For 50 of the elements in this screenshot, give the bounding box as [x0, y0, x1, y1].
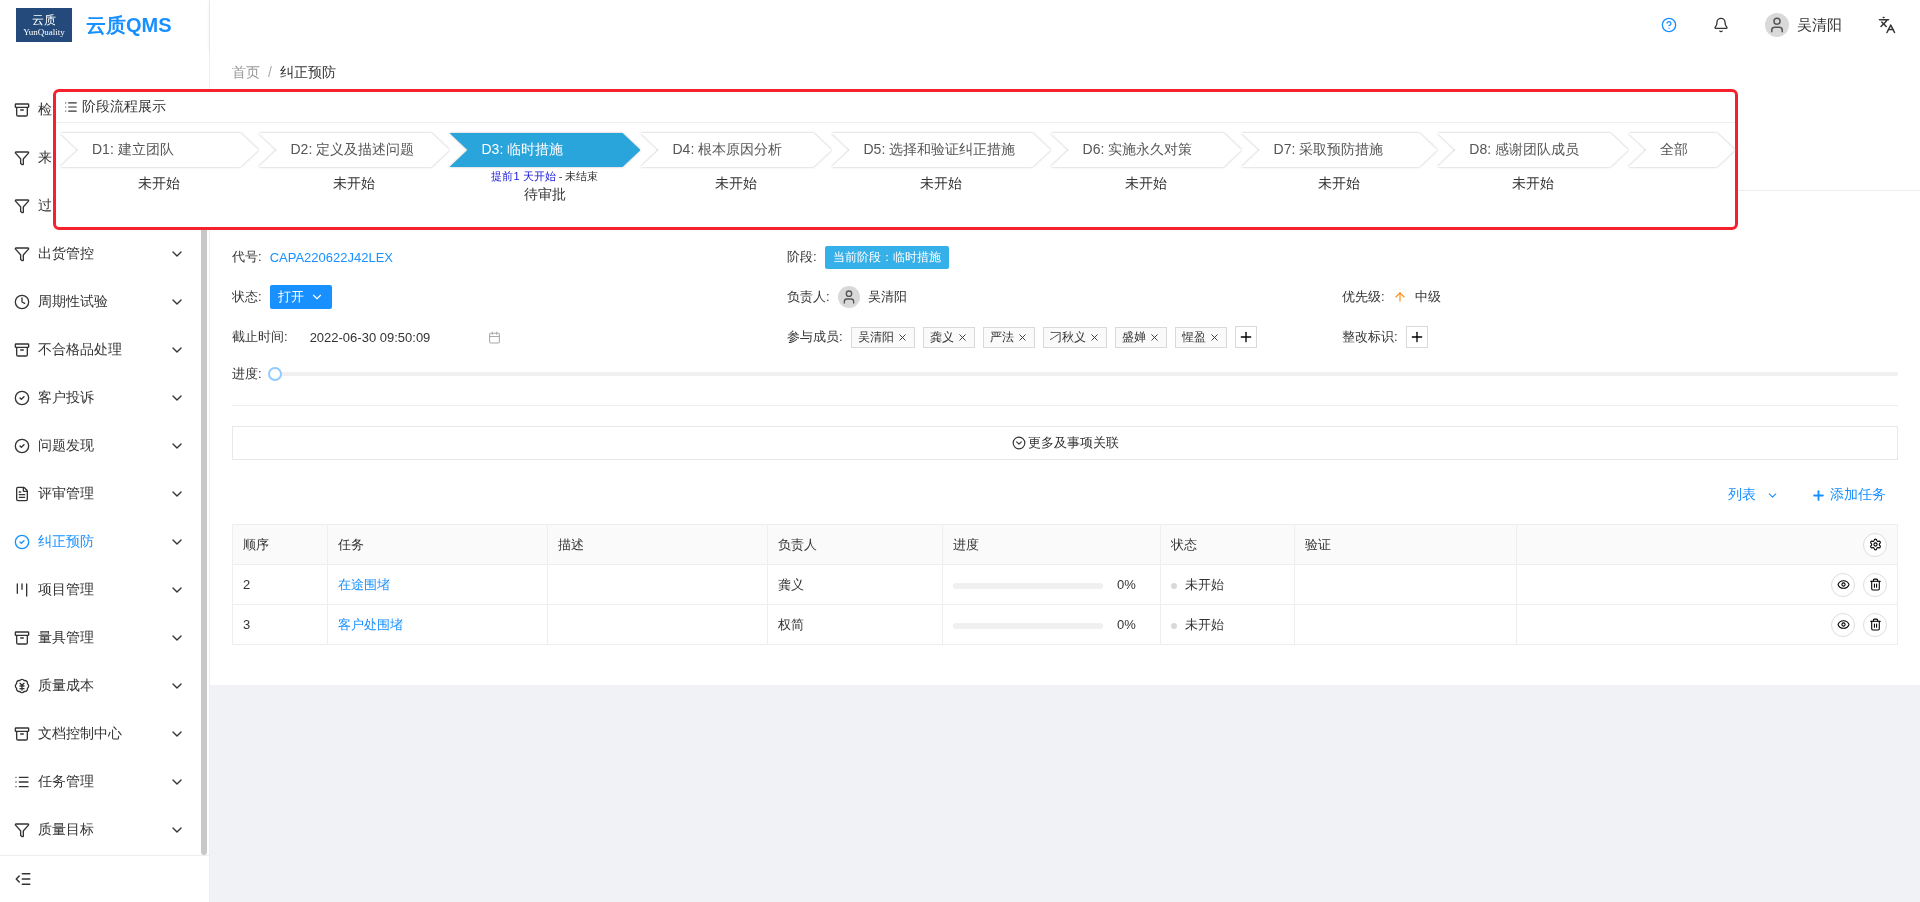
field-label: 负责人:: [787, 288, 830, 306]
column-header: 任务: [327, 524, 548, 565]
progress-percent: 0%: [1117, 617, 1136, 632]
table-cell: 2: [232, 564, 328, 605]
popup-title: 阶段流程展示: [82, 98, 166, 116]
stage-status: 未开始: [1511, 175, 1554, 193]
stage-status: 待审批: [524, 186, 566, 204]
table-cell: 龚义: [767, 564, 943, 605]
member-tag: 惺盈: [1174, 326, 1227, 348]
member-tag: 严法: [982, 326, 1035, 348]
field-label: 优先级:: [1342, 288, 1385, 306]
column-header: 描述: [547, 524, 768, 565]
member-tag: 龚义: [922, 326, 975, 348]
stage-status: 未开始: [1318, 175, 1361, 193]
column-header: 状态: [1160, 524, 1295, 565]
column-header: 验证: [1294, 524, 1517, 565]
field-label: 参与成员:: [787, 328, 843, 346]
stage-status: 未开始: [333, 175, 375, 193]
stage-status: 未开始: [715, 175, 757, 193]
user-name: 吴清阳: [1797, 15, 1842, 35]
stage-note: - 未结束: [558, 170, 599, 182]
app-name: 云质QMS: [86, 12, 172, 38]
table-cell: 3: [232, 604, 328, 645]
stage-status: 未开始: [1125, 175, 1168, 193]
member-tag: 吴清阳: [850, 326, 915, 348]
member-tag: 盛婵: [1114, 326, 1167, 348]
column-header: 负责人: [767, 524, 943, 565]
field-label: 进度:: [232, 365, 262, 383]
status-text: 未开始: [1185, 576, 1224, 592]
field-label: 整改标识:: [1342, 328, 1398, 346]
stage-note: 提前1 天开始: [491, 170, 556, 182]
field-label: 状态:: [232, 288, 262, 306]
field-label: 截止时间:: [232, 328, 288, 346]
deadline-value: 2022-06-30 09:50:09: [309, 329, 432, 345]
column-header: 进度: [942, 524, 1161, 565]
field-label: 代号:: [232, 248, 262, 266]
field-label: 阶段:: [787, 248, 817, 266]
member-tag: 刁秋义: [1042, 326, 1107, 348]
stage-status: 未开始: [920, 175, 963, 193]
table-cell: 权简: [767, 604, 943, 645]
progress-percent: 0%: [1117, 577, 1136, 592]
logo: 云质 YunQuality: [16, 8, 72, 42]
column-header: 顺序: [232, 524, 328, 565]
stage-status: 未开始: [138, 175, 181, 193]
breadcrumb-current: 纠正预防: [279, 64, 336, 82]
status-text: 未开始: [1185, 616, 1224, 632]
owner-name: 吴清阳: [867, 288, 907, 306]
breadcrumb-separator: /: [268, 64, 272, 80]
stage-tag: 当前阶段：临时措施: [824, 245, 949, 269]
priority-value: 中级: [1414, 288, 1441, 306]
